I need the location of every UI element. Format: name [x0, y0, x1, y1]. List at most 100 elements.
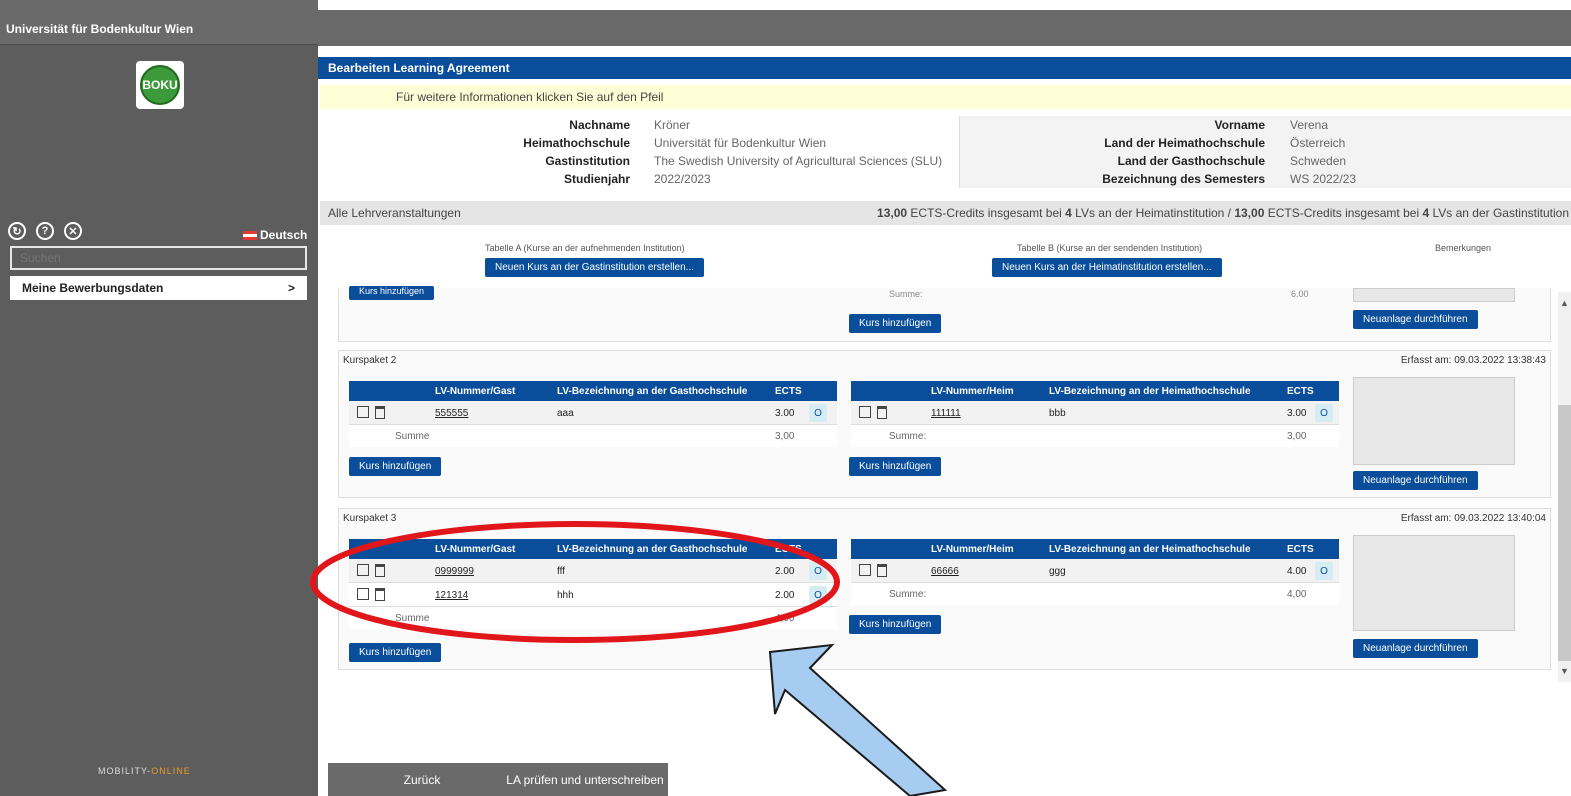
trash-icon[interactable] [375, 406, 385, 419]
add-course-button[interactable]: Kurs hinzufügen [349, 643, 442, 662]
trash-icon[interactable] [877, 564, 887, 577]
table-row: 555555 aaa 3.00 O [349, 401, 837, 425]
new-home-course-button[interactable]: Neuen Kurs an der Heimatinstitution erst… [992, 258, 1222, 277]
info-banner[interactable]: Für weitere Informationen klicken Sie au… [320, 85, 1571, 109]
col-guest-number: LV-Nummer/Gast [435, 544, 516, 555]
course-name: aaa [557, 408, 574, 419]
o-button[interactable]: O [1315, 404, 1333, 422]
back-button[interactable]: Zurück [328, 763, 516, 796]
edit-icon[interactable] [357, 406, 369, 418]
course-number-link[interactable]: 66666 [931, 566, 959, 577]
col-ects: ECTS [1287, 544, 1314, 555]
col-home-name: LV-Bezeichnung an der Heimathochschule [1049, 386, 1251, 397]
new-guest-course-button[interactable]: Neuen Kurs an der Gastinstitution erstel… [485, 258, 704, 277]
add-course-button[interactable]: Kurs hinzufügen [849, 314, 942, 333]
scroll-up-icon[interactable]: ▲ [1560, 298, 1569, 308]
sidebar [0, 0, 318, 796]
table-header: LV-Nummer/Heim LV-Bezeichnung an der Hei… [851, 381, 1339, 401]
refresh-icon[interactable]: ↻ [8, 222, 26, 240]
sum-label: Summe [395, 431, 430, 442]
package-date: Erfasst am: 09.03.2022 13:40:04 [1400, 513, 1546, 524]
check-and-sign-button[interactable]: LA prüfen und unterschreiben [502, 763, 668, 796]
o-button[interactable]: O [1315, 562, 1333, 580]
course-number-link[interactable]: 111111 [931, 408, 961, 419]
summary-text-a: ECTS-Credits insgesamt bei [907, 206, 1066, 220]
home-credits: 13,00 [877, 206, 908, 220]
edit-icon[interactable] [859, 564, 871, 576]
language-selector[interactable]: Deutsch [243, 228, 307, 242]
edit-icon[interactable] [357, 564, 369, 576]
table-header: LV-Nummer/Gast LV-Bezeichnung an der Gas… [349, 539, 837, 559]
sidebar-item-application-data[interactable]: Meine Bewerbungsdaten > [10, 276, 307, 300]
course-name: bbb [1049, 408, 1066, 419]
boku-logo-mark: BOKU [140, 65, 180, 105]
add-course-button[interactable]: Kurs hinzufügen [849, 457, 942, 476]
remarks-textarea[interactable] [1353, 535, 1515, 631]
new-entry-button[interactable]: Neuanlage durchführen [1353, 639, 1478, 658]
value-guest-country: Schweden [1290, 154, 1347, 168]
page-title: Bearbeiten Learning Agreement [318, 57, 1571, 79]
course-number-link[interactable]: 555555 [435, 408, 468, 419]
trash-icon[interactable] [877, 406, 887, 419]
courses-summary-bar: Alle Lehrveranstaltungen 13,00 ECTS-Cred… [320, 201, 1571, 225]
col-home-name: LV-Bezeichnung an der Heimathochschule [1049, 544, 1251, 555]
summary-text-c: ECTS-Credits insgesamt bei [1264, 206, 1423, 220]
boku-logo: BOKU [136, 61, 184, 109]
summary-text-b: LVs an der Heimatinstitution / [1071, 206, 1235, 220]
table-row: 121314 hhh 2.00 O [349, 583, 837, 607]
mobility-online-logo: MOBILITY-ONLINE [98, 766, 191, 776]
value-guest-institution: The Swedish University of Agricultural S… [654, 154, 943, 168]
label-academic-year: Studienjahr [563, 172, 630, 186]
sidebar-item-label: Meine Bewerbungsdaten [22, 281, 164, 295]
sum-value: 3,00 [1287, 431, 1307, 442]
scroll-down-icon[interactable]: ▼ [1560, 666, 1569, 676]
left-values: Kröner Universität für Bodenkultur Wien … [654, 116, 959, 188]
label-home-university: Heimathochschule [523, 136, 630, 150]
value-home-country: Österreich [1290, 136, 1346, 150]
add-course-button[interactable]: Kurs hinzufügen [849, 615, 942, 634]
course-ects: 2.00 [775, 590, 795, 601]
sum-row: Summe: 4,00 [851, 583, 1339, 605]
trash-icon[interactable] [375, 588, 385, 601]
o-button[interactable]: O [809, 586, 827, 604]
edit-icon[interactable] [357, 588, 369, 600]
add-course-button[interactable]: Kurs hinzufügen [349, 286, 435, 300]
summary-text-d: LVs an der Gastinstitution [1429, 206, 1569, 220]
ects-summary: 13,00 ECTS-Credits insgesamt bei 4 LVs a… [877, 206, 1569, 220]
o-button[interactable]: O [809, 404, 827, 422]
table-header: LV-Nummer/Gast LV-Bezeichnung an der Gas… [349, 381, 837, 401]
course-name: fff [557, 566, 565, 577]
help-icon[interactable]: ? [36, 222, 54, 240]
package1-home-sum: 6,00 [1291, 289, 1309, 297]
course-name: hhh [557, 590, 574, 601]
add-course-button[interactable]: Kurs hinzufügen [349, 457, 442, 476]
label-lastname: Nachname [569, 118, 630, 132]
label-guest-country: Land der Gasthochschule [1117, 154, 1265, 168]
scrollbar-thumb[interactable] [1558, 405, 1571, 661]
remarks-textarea[interactable] [1353, 288, 1515, 302]
right-values: Verena Österreich Schweden WS 2022/23 [1290, 116, 1490, 188]
course-number-link[interactable]: 121314 [435, 590, 468, 601]
guest-credits: 13,00 [1234, 206, 1265, 220]
new-entry-button[interactable]: Neuanlage durchführen [1353, 471, 1478, 490]
value-firstname: Verena [1290, 118, 1329, 132]
home-count: 4 [1065, 206, 1072, 220]
col-guest-name: LV-Bezeichnung an der Gasthochschule [557, 386, 748, 397]
all-courses-label: Alle Lehrveranstaltungen [328, 206, 461, 220]
col-guest-number: LV-Nummer/Gast [435, 386, 516, 397]
o-button[interactable]: O [809, 562, 827, 580]
chevron-right-icon: > [287, 281, 295, 295]
home-courses-table: LV-Nummer/Heim LV-Bezeichnung an der Hei… [851, 539, 1339, 605]
table-header: LV-Nummer/Heim LV-Bezeichnung an der Hei… [851, 539, 1339, 559]
sum-row: Summe: 3,00 [851, 425, 1339, 447]
course-number-link[interactable]: 0999999 [435, 566, 474, 577]
remarks-textarea[interactable] [1353, 377, 1515, 465]
search-input[interactable] [10, 246, 307, 270]
new-entry-button[interactable]: Neuanlage durchführen [1353, 310, 1478, 329]
edit-icon[interactable] [859, 406, 871, 418]
close-icon[interactable]: ✕ [64, 222, 82, 240]
logo-text-a: MOBILITY- [98, 766, 152, 776]
value-semester: WS 2022/23 [1290, 172, 1357, 186]
trash-icon[interactable] [375, 564, 385, 577]
sum-row: Summe 3,00 [349, 425, 837, 447]
